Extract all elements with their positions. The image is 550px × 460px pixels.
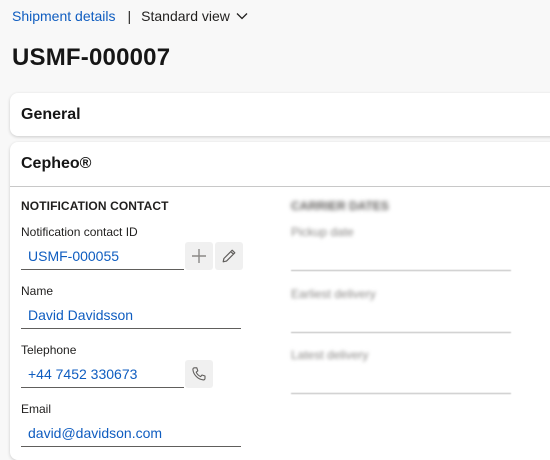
- cepheo-section-header[interactable]: Cepheo®: [10, 142, 550, 187]
- telephone-label: Telephone: [21, 343, 77, 357]
- email-input[interactable]: david@davidson.com: [21, 419, 241, 447]
- plus-icon: [192, 249, 206, 263]
- name-input[interactable]: David Davidsson: [21, 301, 241, 329]
- notification-contact-id-input[interactable]: USMF-000055: [21, 242, 184, 270]
- add-contact-button[interactable]: [185, 242, 213, 270]
- pickup-date-input[interactable]: [291, 270, 511, 271]
- chevron-down-icon: [236, 13, 248, 20]
- carrier-dates-heading: CARRIER DATES: [291, 199, 389, 213]
- breadcrumb-link-shipment-details[interactable]: Shipment details: [12, 8, 116, 24]
- latest-delivery-input[interactable]: [291, 393, 511, 394]
- latest-delivery-label: Latest delivery: [291, 348, 369, 362]
- breadcrumb: Shipment details | Standard view: [12, 7, 248, 25]
- pencil-icon: [222, 249, 236, 263]
- general-section: General: [10, 93, 550, 136]
- notification-contact-id-label: Notification contact ID: [21, 225, 138, 239]
- notification-contact-heading: NOTIFICATION CONTACT: [21, 199, 169, 213]
- email-label: Email: [21, 402, 52, 416]
- page-title: USMF-000007: [12, 44, 171, 71]
- cepheo-section: Cepheo® NOTIFICATION CONTACT Notificatio…: [10, 142, 550, 460]
- view-selector[interactable]: Standard view: [141, 8, 248, 24]
- telephone-input[interactable]: +44 7452 330673: [21, 360, 184, 388]
- phone-icon: [192, 367, 206, 381]
- earliest-delivery-label: Earliest delivery: [291, 287, 376, 301]
- breadcrumb-separator: |: [127, 8, 132, 24]
- call-button[interactable]: [185, 360, 213, 388]
- general-section-header[interactable]: General: [10, 93, 550, 136]
- view-selector-label: Standard view: [141, 8, 230, 24]
- edit-contact-button[interactable]: [215, 242, 243, 270]
- name-label: Name: [21, 284, 54, 298]
- pickup-date-label: Pickup date: [291, 225, 354, 239]
- earliest-delivery-input[interactable]: [291, 332, 511, 333]
